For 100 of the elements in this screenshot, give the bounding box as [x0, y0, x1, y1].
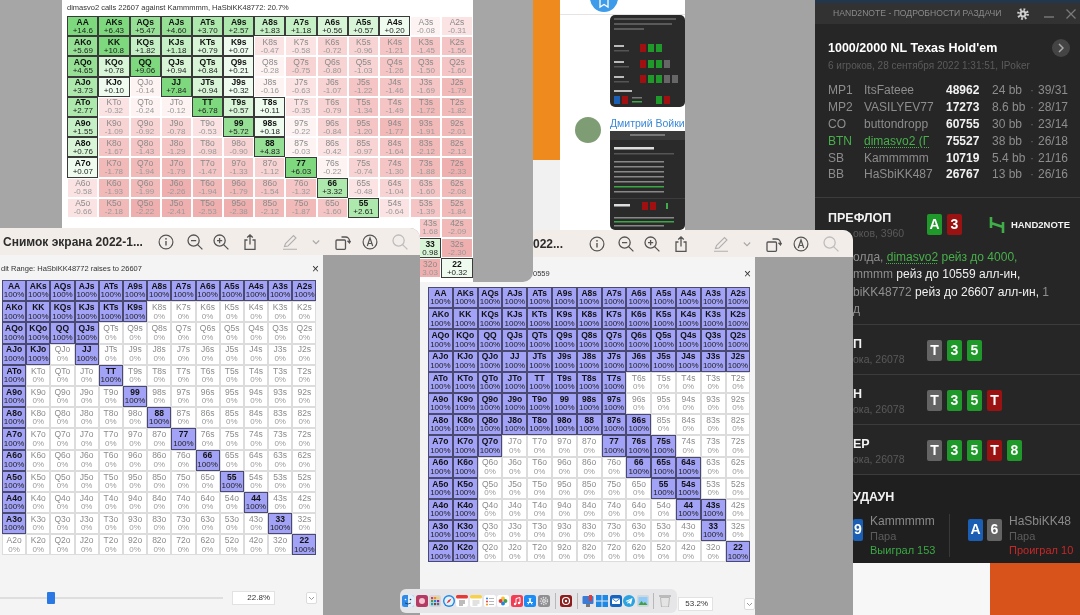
list-icon[interactable] — [483, 595, 496, 607]
next-button[interactable] — [1052, 39, 1070, 57]
range-cell[interactable]: T2o 0% — [98, 534, 123, 556]
music-note-icon[interactable] — [510, 595, 523, 607]
range-cell[interactable]: Q9s 100% — [552, 329, 577, 351]
range-cell[interactable]: KJs 100% — [502, 308, 528, 330]
range-cell[interactable]: Q7s 0% — [171, 322, 196, 344]
range-cell[interactable]: Q7o 0% — [50, 428, 75, 450]
range-cell[interactable]: 76s 0% — [195, 428, 220, 450]
range-cell[interactable]: K7s 100% — [601, 308, 627, 330]
sender-name[interactable]: Дмитрий Войки — [610, 115, 685, 131]
range-cell[interactable]: 82s 0% — [725, 414, 751, 436]
range-cell[interactable]: A7s 100% — [171, 280, 196, 302]
range-cell[interactable]: A8o 100% — [428, 414, 453, 436]
range-cell[interactable]: A5o 100% — [428, 477, 453, 499]
range-cell[interactable]: ATo 100% — [428, 371, 453, 393]
range-cell[interactable]: AJo 100% — [428, 350, 453, 372]
range-cell[interactable]: K9s 100% — [552, 308, 577, 330]
range-cell[interactable]: 22 100% — [725, 541, 751, 563]
range-cell[interactable]: J8o 100% — [502, 414, 528, 436]
range-cell[interactable]: 76s 100% — [626, 435, 652, 457]
range-cell[interactable]: 76o 0% — [171, 449, 196, 471]
range-cell[interactable]: Q4s 100% — [675, 329, 701, 351]
rotate-icon[interactable] — [766, 235, 782, 252]
range-cell[interactable]: Q8s 100% — [576, 329, 602, 351]
paper-plane-icon[interactable] — [623, 595, 636, 607]
range-cell[interactable]: J9o 100% — [502, 392, 528, 415]
range-cell[interactable]: 83s 0% — [268, 407, 293, 429]
range-cell[interactable]: Q6s 100% — [626, 329, 652, 351]
range-cell[interactable]: K4s 0% — [243, 301, 269, 323]
range-cell[interactable]: A5s 100% — [219, 280, 244, 302]
share-icon[interactable] — [242, 233, 258, 250]
range-cell[interactable]: A8s 100% — [147, 280, 172, 302]
range-cell[interactable]: AJs 100% — [502, 287, 528, 309]
range-cell[interactable]: 72s 0% — [725, 435, 751, 457]
range-cell[interactable]: A2s 100% — [292, 280, 317, 302]
range-cell[interactable]: 77 100% — [601, 435, 627, 457]
range-cell[interactable]: A3o 100% — [2, 513, 27, 535]
range-cell[interactable]: KQo 100% — [26, 322, 51, 344]
range-cell[interactable]: K6s 100% — [626, 308, 652, 330]
range-cell[interactable]: 86s 0% — [195, 407, 220, 429]
range-cell[interactable]: QJs 100% — [74, 322, 99, 344]
range-cell[interactable]: JTo 100% — [502, 371, 528, 393]
range-cell[interactable]: A2o 100% — [428, 541, 453, 563]
dropdown-icon[interactable] — [306, 592, 317, 605]
range-cell[interactable]: 32s 0% — [292, 513, 317, 535]
range-cell[interactable]: T5s 0% — [651, 371, 676, 393]
compass-icon[interactable] — [442, 595, 455, 607]
range-cell[interactable]: 64o 0% — [626, 498, 652, 521]
range-cell[interactable]: 83s 0% — [700, 414, 726, 436]
range-cell[interactable]: Q8o 0% — [50, 407, 75, 429]
range-cell[interactable]: 43o 0% — [243, 513, 269, 535]
range-cell[interactable]: Q3s 0% — [268, 322, 293, 344]
range-cell[interactable]: AKo 100% — [428, 308, 453, 330]
range-cell[interactable]: QQ 100% — [477, 329, 503, 351]
range-cell[interactable]: A7o 100% — [428, 435, 453, 457]
range-cell[interactable]: K8o 0% — [26, 407, 51, 429]
range-cell[interactable]: J2s 0% — [292, 343, 317, 365]
range-cell[interactable]: 62s 0% — [292, 449, 317, 471]
range-cell[interactable]: J5s 100% — [651, 350, 676, 372]
range-cell[interactable]: 75s 0% — [219, 428, 244, 450]
range-cell[interactable]: 72s 0% — [292, 428, 317, 450]
range-cell[interactable]: A5o 100% — [2, 470, 27, 492]
range-cell[interactable]: J3o 0% — [74, 513, 99, 535]
range-cell[interactable]: Q5s 0% — [219, 322, 244, 344]
range-cell[interactable]: 74s 0% — [243, 428, 269, 450]
mail-icon[interactable] — [609, 595, 622, 607]
range-cell[interactable]: KTs 100% — [98, 301, 123, 323]
range-cell[interactable]: A9s 100% — [552, 287, 577, 309]
range-cell[interactable]: T6o 0% — [527, 456, 552, 478]
range-cell[interactable]: A4s 100% — [243, 280, 269, 302]
slider-thumb[interactable] — [47, 592, 56, 605]
range-cell[interactable]: 87s 0% — [171, 407, 196, 429]
range-cell[interactable]: 93o 0% — [122, 513, 148, 535]
calendar-icon[interactable] — [456, 595, 469, 607]
range-cell[interactable]: 88 100% — [147, 407, 172, 429]
range-cell[interactable]: A2o 0% — [2, 534, 27, 556]
range-cell[interactable]: T3o 0% — [527, 520, 552, 542]
range-cell[interactable]: 95s 0% — [651, 392, 676, 415]
range-cell[interactable]: T7o 0% — [98, 428, 123, 450]
range-cell[interactable]: Q5o 0% — [50, 470, 75, 492]
range-cell[interactable]: 73s 0% — [268, 428, 293, 450]
range-cell[interactable]: 92s 0% — [292, 385, 317, 408]
range-cell[interactable]: 52o 0% — [651, 541, 676, 563]
range-cell[interactable]: 85s 0% — [219, 407, 244, 429]
range-cell[interactable]: A4o 100% — [428, 498, 453, 521]
range-cell[interactable]: 83o 0% — [576, 520, 602, 542]
range-cell[interactable]: J7o 0% — [502, 435, 528, 457]
range-cell[interactable]: Q2s 100% — [725, 329, 751, 351]
four-squares-icon[interactable] — [595, 595, 608, 607]
range-cell[interactable]: J8o 0% — [74, 407, 99, 429]
range-cell[interactable]: QJs 100% — [502, 329, 528, 351]
range-cell[interactable]: 73o 0% — [171, 513, 196, 535]
range-cell[interactable]: K7o 0% — [26, 428, 51, 450]
close-icon[interactable] — [1066, 8, 1077, 19]
range-cell[interactable]: 92o 0% — [122, 534, 148, 556]
range-cell[interactable]: A9o 100% — [2, 385, 27, 408]
zoom-out-icon[interactable] — [187, 233, 203, 250]
range-cell[interactable]: T3s 0% — [268, 364, 293, 386]
range-cell[interactable]: 98o 100% — [552, 414, 577, 436]
